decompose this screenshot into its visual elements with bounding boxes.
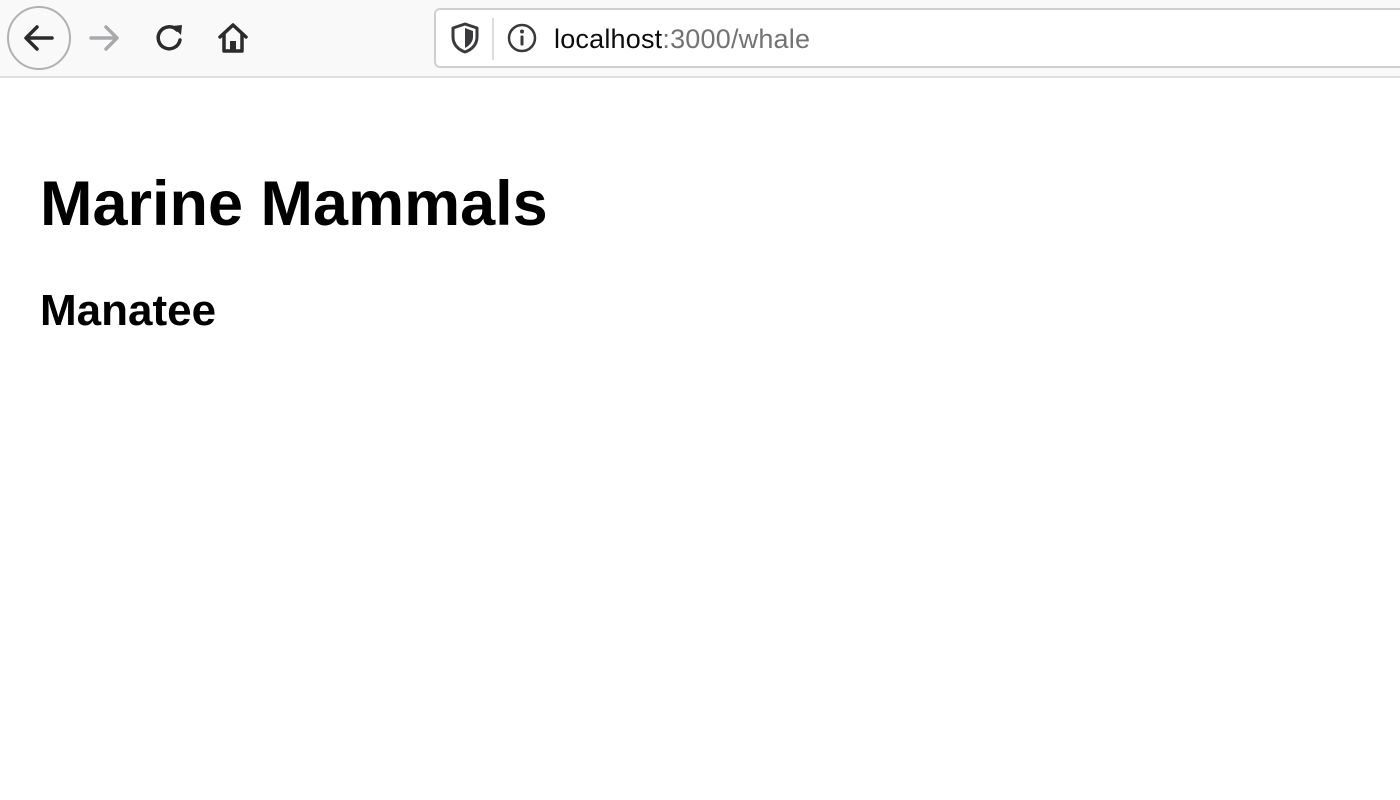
- info-icon[interactable]: [506, 22, 538, 54]
- url-text[interactable]: localhost:3000/whale: [554, 10, 810, 66]
- forward-button[interactable]: [73, 6, 137, 70]
- shield-icon[interactable]: [450, 22, 480, 54]
- forward-arrow-icon: [89, 25, 119, 51]
- url-bar[interactable]: localhost:3000/whale: [434, 8, 1400, 68]
- home-icon: [218, 23, 248, 53]
- reload-icon: [156, 25, 182, 51]
- home-button[interactable]: [201, 6, 265, 70]
- back-button[interactable]: [7, 6, 71, 70]
- url-bar-divider: [492, 18, 494, 60]
- animal-name-heading: Manatee: [40, 286, 217, 335]
- reload-button[interactable]: [138, 6, 202, 70]
- back-arrow-icon: [24, 25, 54, 51]
- page-title: Marine Mammals: [40, 169, 548, 239]
- url-host: localhost: [554, 24, 663, 54]
- browser-toolbar: localhost:3000/whale: [0, 0, 1400, 78]
- url-path: :3000/whale: [662, 24, 811, 54]
